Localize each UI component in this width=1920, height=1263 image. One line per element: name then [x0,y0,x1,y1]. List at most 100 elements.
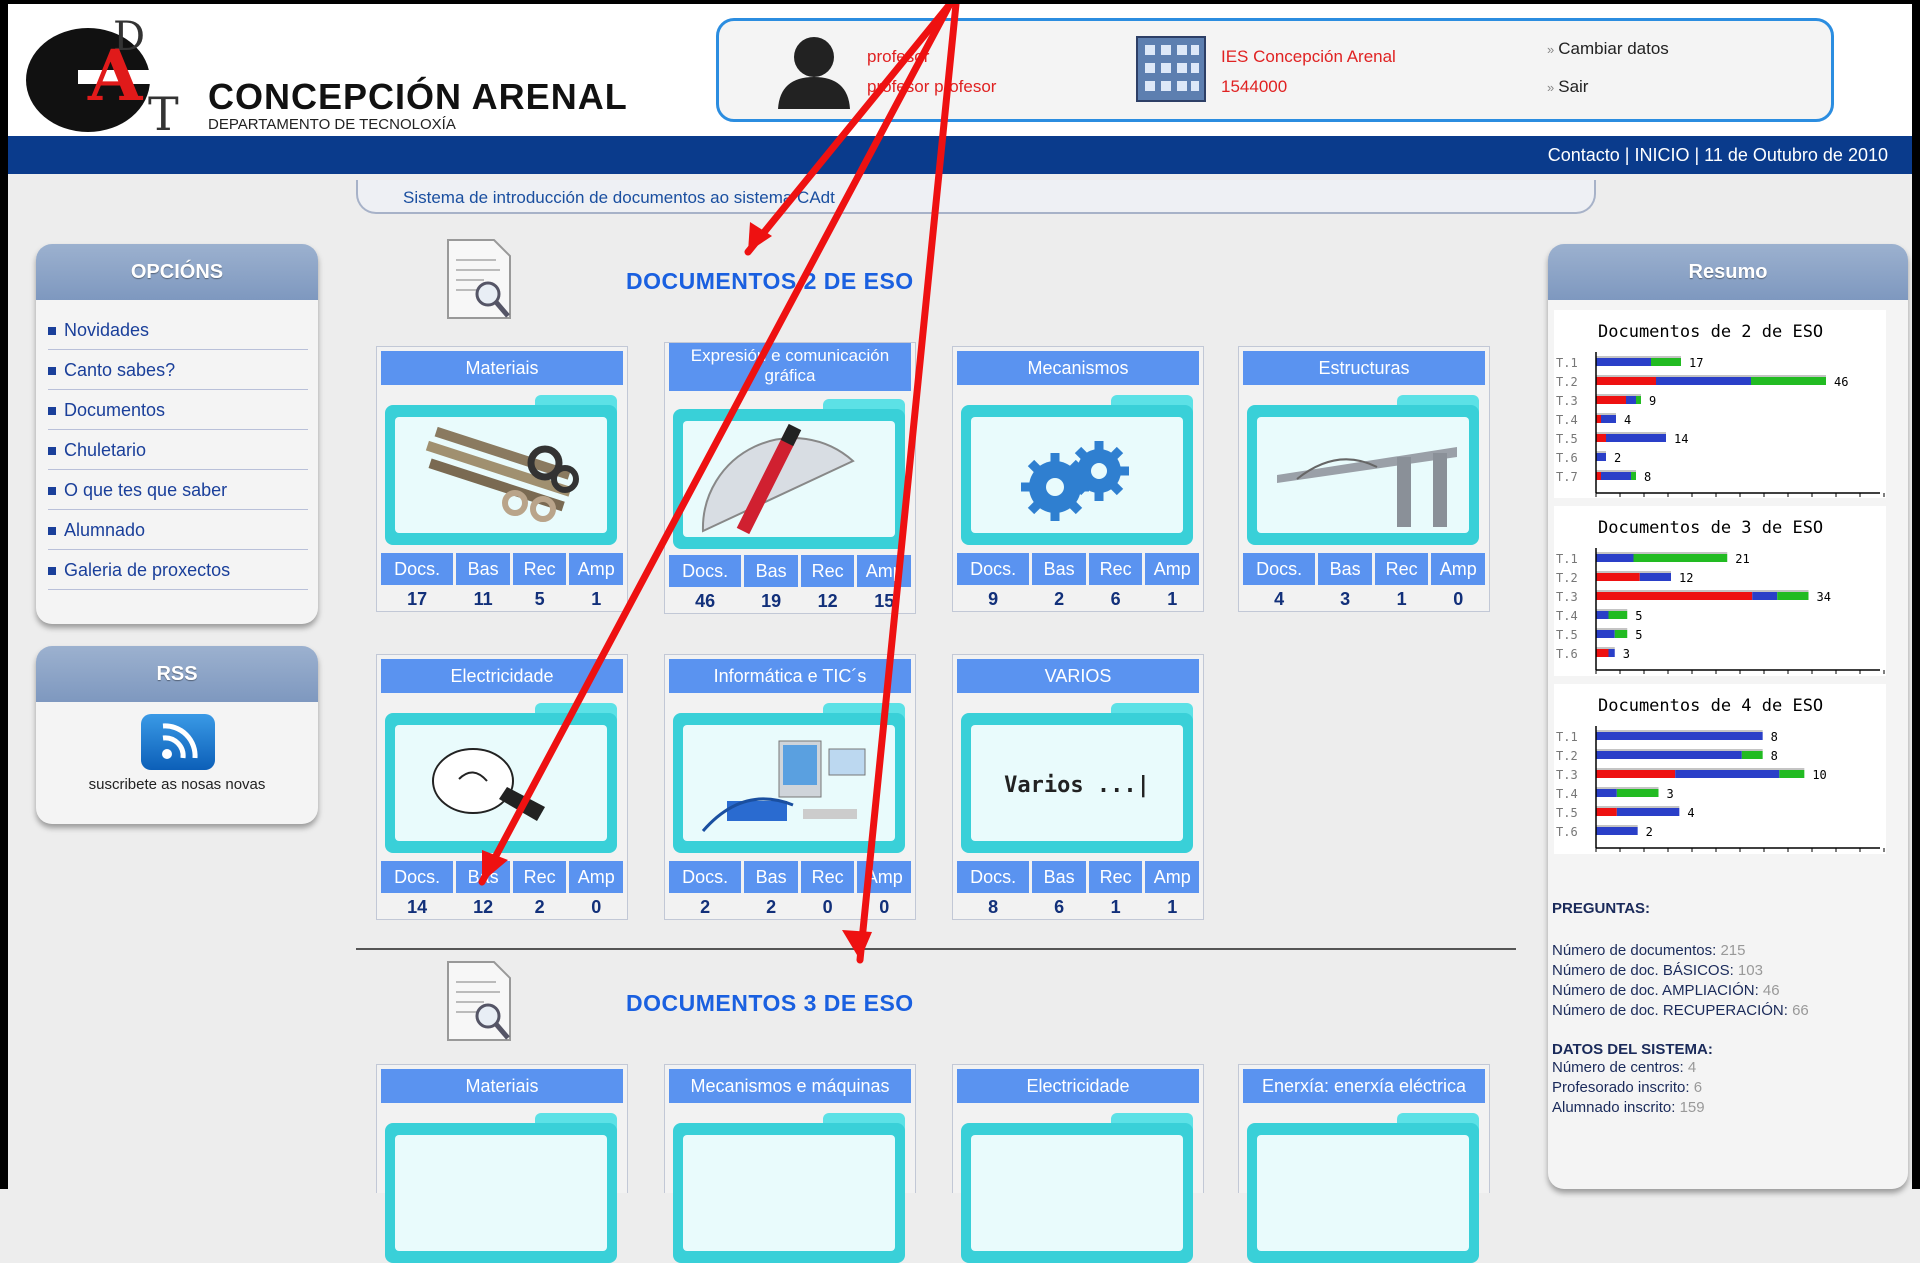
folder-varios[interactable]: Varios ...| [961,703,1193,853]
rec-header[interactable]: Rec [800,555,855,587]
folder-expresion-grafica[interactable] [673,399,905,549]
folder-mecanismos-maquinas[interactable] [673,1113,905,1263]
folder-electricidade[interactable] [385,703,617,853]
card-title[interactable]: Materiais [381,351,623,385]
card-title[interactable]: Electricidade [957,1069,1199,1103]
chart-bar-blue [1596,732,1763,740]
chart-bar-blue [1596,789,1617,797]
amp-header[interactable]: Amp [857,555,911,587]
docs-count: 9 [988,589,999,609]
card-title[interactable]: Estructuras [1243,351,1485,385]
card-title[interactable]: Informática e TIC´s [669,659,911,693]
count-headers: Docs. Bas Rec Amp [957,553,1199,585]
bas-header[interactable]: Bas [1318,553,1372,585]
menu-item-novidades[interactable]: Novidades [48,310,308,350]
change-data-link[interactable]: » Cambiar datos [1547,39,1669,59]
amp-header[interactable]: Amp [569,861,623,893]
rss-caption[interactable]: suscribete as nosas novas [36,776,318,793]
bas-header[interactable]: Bas [1032,861,1086,893]
docs-header[interactable]: Docs. [381,553,454,585]
card-title[interactable]: Enerxía: enerxía eléctrica [1243,1069,1485,1103]
chart-value-label: 14 [1674,432,1688,446]
chart-bar-blue [1596,358,1651,366]
bas-count: 6 [1054,897,1065,917]
nav-separator: | [1624,145,1635,165]
folder-materiais-3eso[interactable] [385,1113,617,1263]
chart-value-label: 5 [1635,609,1642,623]
rec-header[interactable]: Rec [1088,553,1143,585]
card-title[interactable]: Mecanismos [957,351,1199,385]
bullet-icon [48,327,56,336]
chart-value-label: 34 [1817,590,1831,604]
amp-header[interactable]: Amp [1145,861,1199,893]
bas-header[interactable]: Bas [744,861,798,893]
menu-item-label: Alumnado [64,520,146,540]
nav-contact-link[interactable]: Contacto [1548,145,1620,165]
gears-icon [1021,441,1129,521]
chart-bar-blue [1596,453,1606,461]
menu-item-chuletario[interactable]: Chuletario [48,430,308,470]
amp-header[interactable]: Amp [857,861,911,893]
card-title[interactable]: Electricidade [381,659,623,693]
stat-row: Alumnado inscrito: 159 [1552,1098,1809,1118]
light-bulb-icon [432,748,545,821]
rec-header[interactable]: Rec [800,861,855,893]
docs-header[interactable]: Docs. [1243,553,1316,585]
bas-header[interactable]: Bas [1032,553,1086,585]
card-title[interactable]: Expresión e comunicación gráfica [669,343,911,391]
docs-header[interactable]: Docs. [669,555,742,587]
bas-count: 2 [766,897,777,917]
folder-electricidade-3eso[interactable] [961,1113,1193,1263]
docs-header[interactable]: Docs. [669,861,742,893]
options-panel: OPCIÓNS Novidades Canto sabes? Documento… [36,244,318,624]
card-materiais-3eso: Materiais [376,1064,628,1263]
rec-header[interactable]: Rec [512,861,567,893]
card-mecanismos-maquinas: Mecanismos e máquinas [664,1064,916,1263]
rec-header[interactable]: Rec [1374,553,1429,585]
nav-home-link[interactable]: INICIO [1634,145,1689,165]
menu-item-galeria-proxectos[interactable]: Galeria de proxectos [48,550,308,590]
card-title[interactable]: Mecanismos e máquinas [669,1069,911,1103]
count-values: 46 19 12 15 [669,589,911,613]
chart-row-label: T.4 [1556,609,1578,623]
docs-header[interactable]: Docs. [957,861,1030,893]
docs-header[interactable]: Docs. [381,861,454,893]
rec-header[interactable]: Rec [1088,861,1143,893]
folder-enerxia-electrica[interactable] [1247,1113,1479,1263]
document-search-icon [447,961,511,1041]
folder-mecanismos[interactable] [961,395,1193,545]
bas-header[interactable]: Bas [744,555,798,587]
bas-header[interactable]: Bas [456,861,510,893]
folder-estructuras[interactable] [1247,395,1479,545]
arrowhead [842,930,872,960]
rss-feed-icon[interactable] [141,714,215,770]
count-headers: Docs. Bas Rec Amp [381,553,623,585]
nav-date: 11 de Outubro de 2010 [1704,145,1888,165]
chart-row-label: T.3 [1556,590,1578,604]
docs-header[interactable]: Docs. [957,553,1030,585]
stat-row: Profesorado inscrito: 6 [1552,1078,1809,1098]
menu-item-label: Canto sabes? [64,360,176,380]
menu-item-documentos[interactable]: Documentos [48,390,308,430]
chart-row-label: T.3 [1556,768,1578,782]
rec-count: 0 [822,897,833,917]
stat-value: 159 [1679,1099,1705,1116]
folder-materiais[interactable] [385,395,617,545]
bullet-icon [48,527,56,536]
card-title[interactable]: Materiais [381,1069,623,1103]
rec-header[interactable]: Rec [512,553,567,585]
bas-header[interactable]: Bas [456,553,510,585]
amp-header[interactable]: Amp [1145,553,1199,585]
stat-label: Número de doc. RECUPERACIÓN: [1552,1002,1788,1019]
amp-header[interactable]: Amp [1431,553,1485,585]
menu-item-o-que-tes-que-saber[interactable]: O que tes que saber [48,470,308,510]
menu-item-alumnado[interactable]: Alumnado [48,510,308,550]
card-title[interactable]: VARIOS [957,659,1199,693]
logout-link[interactable]: » Sair [1547,77,1588,97]
folder-informatica[interactable] [673,703,905,853]
count-headers: Docs. Bas Rec Amp [381,861,623,893]
menu-item-canto-sabes[interactable]: Canto sabes? [48,350,308,390]
card-electricidade: Electricidade Docs. Bas Rec Amp 14 12 2 0 [376,654,628,920]
amp-header[interactable]: Amp [569,553,623,585]
card-materiais: Materiais Docs. Bas Rec Amp 17 11 5 1 [376,346,628,612]
